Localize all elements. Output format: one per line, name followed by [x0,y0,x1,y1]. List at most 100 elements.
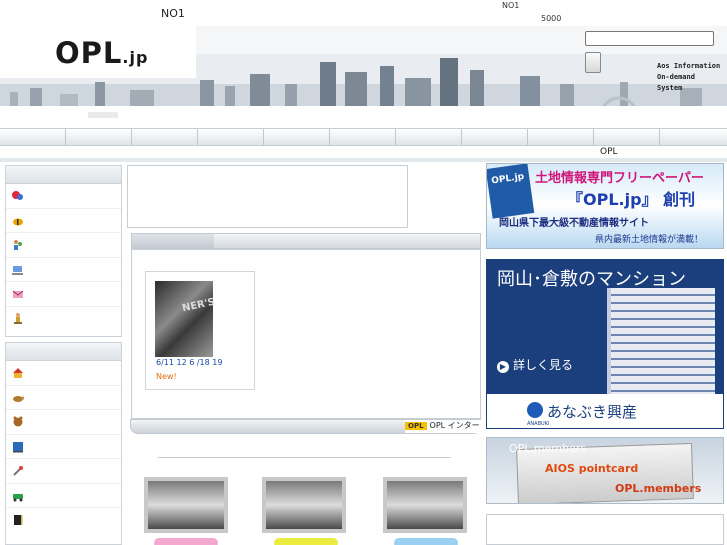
turtle-icon [13,395,24,402]
ad-members-aios: AIOS pointcard [545,462,639,475]
aios-caption: Aos Information On-demand System [657,61,720,94]
left-menu-item[interactable] [6,386,121,410]
ad-members-head: OPL.members [509,442,587,455]
mail-icon [12,290,24,298]
ad-freepaper-title2: 『OPL.jp』 創刊 [567,190,696,209]
ad-mansion-details-label: 詳しく見る [513,358,574,372]
ad-freepaper[interactable]: OPL.jp 土地情報専門フリーペーパー 『OPL.jp』 創刊 岡山県下最大級… [486,163,724,249]
ad-mansion-brand: ANABUKI [527,421,550,427]
ad-members-label: OPL.members [615,482,702,495]
people-icon [14,240,22,250]
ad-freepaper-book-text: OPL.jp [490,171,525,187]
aios-line-1: Aos Information [657,62,721,70]
nav-gap-decoration [88,112,118,118]
news-date[interactable]: 6/11 12 6 /18 19 [156,358,222,367]
nav-item-10[interactable] [594,129,660,145]
car-icon [13,493,23,501]
nav-item-4[interactable] [198,129,264,145]
ad-members[interactable]: OPL.members AIOS pointcard OPL.members [486,437,724,504]
nav-item-8[interactable] [462,129,528,145]
search-input[interactable] [585,31,714,46]
property-photo-1[interactable] [144,477,228,533]
opl-badge-text: OPL インター [429,421,480,430]
center-section-tab[interactable] [132,234,214,248]
property-photo-2[interactable] [262,477,346,533]
sub-nav-line [0,158,727,162]
left-panel-1-header [6,166,121,184]
aios-line-3: System [657,84,683,92]
ad-freepaper-book: OPL.jp [487,164,535,219]
left-menu-item[interactable] [6,258,121,282]
top-count: 5000 [541,14,562,23]
house-icon [13,368,23,378]
news-thumbnail[interactable] [155,281,213,357]
anabuki-logo-icon [527,402,543,418]
center-divider [158,457,451,458]
top-no1-mid: NO1 [502,1,520,10]
nav-item-7[interactable] [396,129,462,145]
site-logo[interactable]: OPL.jp [55,36,148,70]
left-menu-item[interactable] [6,459,121,484]
category-pill-1[interactable] [154,538,218,545]
nav-item-1[interactable] [0,129,66,145]
logo-dot: .jp [122,48,149,67]
top-no1-left: NO1 [161,7,185,20]
blue-box-icon [13,441,23,452]
search-button[interactable] [585,52,601,73]
balloon-icon [12,191,23,200]
pc-icon [12,265,23,275]
ad-freepaper-sub: 岡山県下最大級不動産情報サイト [499,218,649,229]
left-menu-item[interactable] [6,361,121,386]
ad-mansion-details-button[interactable]: ▶ 詳しく見る [497,356,573,373]
ad-mansion-building-image [607,288,715,398]
ad-mansion-company: あなぶき興産 [547,403,638,421]
left-menu-item[interactable] [6,484,121,508]
ad-freepaper-title: 土地情報専門フリーペーパー [535,171,704,186]
left-menu-item[interactable] [6,307,121,332]
news-new-label: New! [156,372,177,381]
opl-badge-logo: OPL [405,422,427,430]
center-section-header [131,233,481,249]
bee-icon [13,218,23,225]
nav-item-5[interactable] [264,129,330,145]
left-menu-item[interactable] [6,233,121,258]
left-menu-item[interactable] [6,184,121,209]
ad-freepaper-foot: 県内最新土地情報が満載！ [595,235,704,245]
logo-main: OPL [55,36,123,70]
category-pill-3[interactable] [394,538,458,545]
center-top-banner [127,165,408,228]
nav-item-6[interactable] [330,129,396,145]
tools-icon [13,466,23,476]
header: OPL.jp Aos Information On-demand System [0,26,727,106]
top-strip: NO1 NO1 5000 [0,0,727,26]
ad-mansion[interactable]: 岡山･倉敷のマンション ▶ 詳しく見る あなぶき興産 ANABUKI [486,259,724,429]
page: NO1 NO1 5000 OPL.jp Aos Information On-d… [0,0,727,545]
nav-item-11[interactable] [660,129,726,145]
nav-item-3[interactable] [132,129,198,145]
left-panel-2 [5,342,122,545]
opl-inter-badge[interactable]: OPL OPL インター [405,420,481,433]
book-icon [14,515,23,525]
property-photo-3[interactable] [383,477,467,533]
left-column [3,163,123,545]
nav-item-2[interactable] [66,129,132,145]
left-panel-1 [5,165,122,337]
nav-item-9[interactable] [528,129,594,145]
ad-mansion-footer: あなぶき興産 ANABUKI [487,394,723,428]
logo-area[interactable]: OPL.jp [0,26,196,78]
ad-slot-bottom[interactable] [486,514,724,545]
left-menu-item[interactable] [6,209,121,233]
left-menu-item[interactable] [6,435,121,459]
play-icon: ▶ [497,361,509,373]
sub-nav-label[interactable]: OPL [600,147,618,157]
aios-line-2: On-demand [657,73,695,81]
left-menu-item[interactable] [6,410,121,435]
left-panel-2-header [6,343,121,361]
main-nav [0,128,727,146]
left-menu-item[interactable] [6,508,121,533]
category-pill-2[interactable] [274,538,338,545]
left-menu-item[interactable] [6,282,121,307]
bear-icon [13,416,23,427]
nav-gap [0,106,727,128]
walker-icon [14,312,22,324]
